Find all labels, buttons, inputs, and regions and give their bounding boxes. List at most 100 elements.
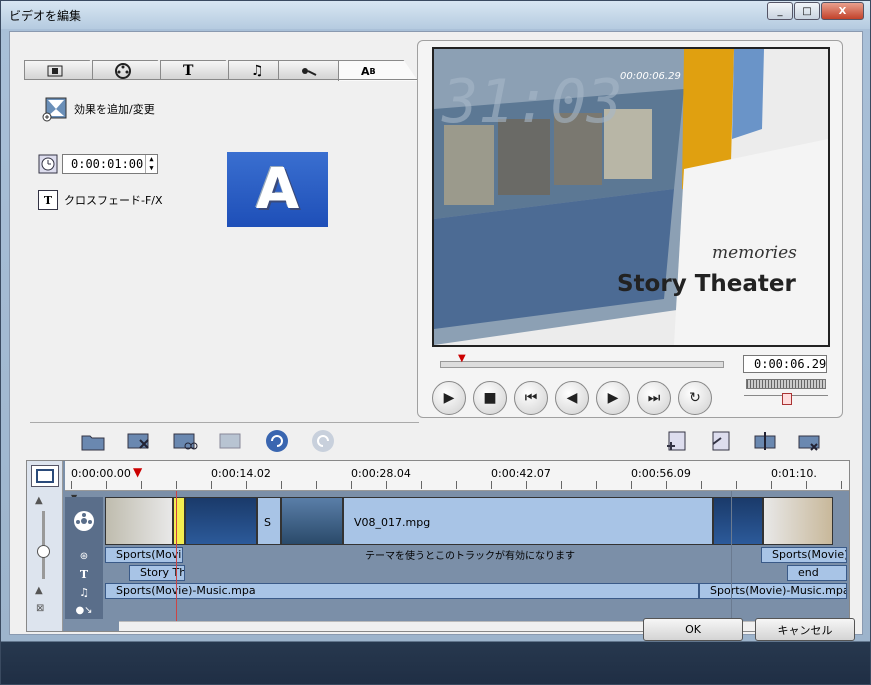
- video-track-header[interactable]: [65, 497, 103, 547]
- music-note-icon: ♫: [251, 62, 264, 79]
- magic-wand-icon: ●↘: [75, 604, 93, 616]
- ruler-tick: [631, 481, 632, 489]
- ruler-tick: [316, 481, 317, 489]
- repeat-button[interactable]: ↻: [678, 381, 712, 415]
- redo-button[interactable]: [308, 428, 338, 456]
- timeline-tracks: ⊛ T ♫ ●↘ S V08_017.mpg Sports(Movie)- Sp…: [65, 491, 849, 631]
- video-clip-thumb-1[interactable]: [105, 497, 173, 545]
- title-clip-right[interactable]: end: [787, 565, 847, 581]
- playback-controls: ▶ ■ ⏮ ◀ ▶ ⏭ ↻: [432, 381, 712, 415]
- undo-button[interactable]: [262, 428, 292, 456]
- video-clip-label: V08_017.mpg: [354, 516, 431, 529]
- film-reel-icon: [115, 62, 131, 79]
- zoom-out-icon[interactable]: ▲: [35, 585, 43, 596]
- tab-divider: [24, 79, 419, 80]
- video-clip-main[interactable]: V08_017.mpg: [343, 497, 713, 545]
- music-note-icon: ♫: [79, 585, 89, 599]
- video-clip-small[interactable]: S: [257, 497, 281, 545]
- stop-button[interactable]: ■: [473, 381, 507, 415]
- overlay-clip-right[interactable]: Sports(Movie)-: [761, 547, 847, 563]
- play-button[interactable]: ▶: [432, 381, 466, 415]
- ruler-tick: [71, 481, 72, 489]
- ruler-label: 0:00:14.02: [211, 467, 271, 480]
- overlay-reel-icon: ⊛: [79, 550, 89, 562]
- add-effect-row[interactable]: 効果を追加/変更: [42, 96, 155, 122]
- ruler-tick: [526, 481, 527, 489]
- transition-ab-icon: AB: [361, 64, 376, 78]
- preview-overlay-big: 31:03: [442, 67, 623, 137]
- video-clip-thumb-2[interactable]: [185, 497, 257, 545]
- video-clip-thumb-5[interactable]: [763, 497, 833, 545]
- preview-screen: 31:03 00:00:06.29 memories Story Theater: [432, 47, 830, 347]
- ruler-tick: [386, 481, 387, 489]
- zoom-slider-knob[interactable]: [37, 545, 50, 558]
- storyboard-toggle[interactable]: [31, 465, 59, 487]
- split-button[interactable]: [750, 428, 780, 456]
- text-t-icon: T: [38, 190, 58, 210]
- music-clip-left[interactable]: Sports(Movie)-Music.mpa: [105, 583, 699, 599]
- go-start-button[interactable]: ⏮: [514, 381, 548, 415]
- delete-button[interactable]: [124, 428, 154, 456]
- stop-icon: ■: [483, 390, 497, 406]
- cancel-button[interactable]: キャンセル: [755, 618, 855, 641]
- ruler-label: 0:00:56.09: [631, 467, 691, 480]
- effect-track-header[interactable]: ●↘: [65, 601, 103, 619]
- music-clip-right[interactable]: Sports(Movie)-Music.mpa: [699, 583, 847, 599]
- next-frame-button[interactable]: ▶: [596, 381, 630, 415]
- video-clip-thumb-4[interactable]: [713, 497, 763, 545]
- close-button[interactable]: X: [821, 2, 864, 20]
- ruler-label: 0:00:28.04: [351, 467, 411, 480]
- ruler-tick: [736, 481, 737, 489]
- scrub-bar[interactable]: [440, 361, 724, 368]
- insert-button[interactable]: [216, 428, 246, 456]
- ruler-tick: [106, 481, 107, 489]
- minimize-button[interactable]: _: [767, 2, 793, 20]
- player-time[interactable]: 0:00:06.29: [743, 355, 827, 373]
- preview-overlay-time: 00:00:06.29: [620, 71, 681, 82]
- ok-button[interactable]: OK: [643, 618, 743, 641]
- ruler-tick: [701, 481, 702, 489]
- add-media-icon: [665, 430, 689, 455]
- ruler-tick: [491, 481, 492, 489]
- overlay-track-message: テーマを使うとこのトラックが有効になります: [365, 551, 575, 562]
- tab-strip: T ♫ AB: [24, 60, 418, 81]
- tab-transition[interactable]: AB: [338, 60, 418, 81]
- export-button[interactable]: [706, 428, 736, 456]
- video-clip-thumb-3[interactable]: [281, 497, 343, 545]
- clock-icon: [38, 154, 58, 174]
- duration-spinner[interactable]: ▲ ▼: [145, 155, 157, 173]
- ruler-tick: [211, 481, 212, 489]
- window-title: ビデオを編集: [9, 9, 82, 23]
- cut-button[interactable]: [170, 428, 200, 456]
- scissors-icon: [172, 430, 198, 455]
- overlay-track-header[interactable]: ⊛: [65, 547, 103, 565]
- add-effect-icon: [42, 96, 68, 122]
- open-button[interactable]: [78, 428, 108, 456]
- go-end-button[interactable]: ⏭: [637, 381, 671, 415]
- fit-timeline-icon[interactable]: ⊠: [36, 603, 44, 614]
- ruler-tick: [666, 481, 667, 489]
- playhead-marker[interactable]: ▼: [133, 465, 142, 479]
- add-media-button[interactable]: [662, 428, 692, 456]
- duration-input[interactable]: 0:00:01:00 ▲ ▼: [62, 154, 158, 174]
- scrub-marker[interactable]: ▼: [458, 353, 466, 364]
- preview-subtitle: memories: [712, 243, 797, 263]
- ruler-tick: [596, 481, 597, 489]
- volume-bar[interactable]: [746, 379, 826, 389]
- undo-icon: [265, 429, 289, 456]
- title-track-header[interactable]: T: [65, 565, 103, 583]
- skip-end-icon: ⏭: [647, 390, 661, 406]
- prev-frame-button[interactable]: ◀: [555, 381, 589, 415]
- marker-line: [731, 491, 732, 621]
- zoom-in-icon[interactable]: ▲: [35, 495, 43, 506]
- music-track-header[interactable]: ♫: [65, 583, 103, 601]
- ruler-tick: [141, 481, 142, 489]
- transition-clip[interactable]: [173, 497, 185, 545]
- timeline-ruler[interactable]: 0:00:00.00 0:00:14.02 0:00:28.04 0:00:42.07…: [65, 461, 849, 491]
- player-time-value: 0:00:06.29: [754, 357, 827, 371]
- prev-frame-icon: ◀: [566, 390, 578, 406]
- join-button[interactable]: [794, 428, 824, 456]
- jog-knob[interactable]: [782, 393, 792, 405]
- maximize-button[interactable]: □: [794, 2, 820, 20]
- overlay-clip-left[interactable]: Sports(Movie)-: [105, 547, 183, 563]
